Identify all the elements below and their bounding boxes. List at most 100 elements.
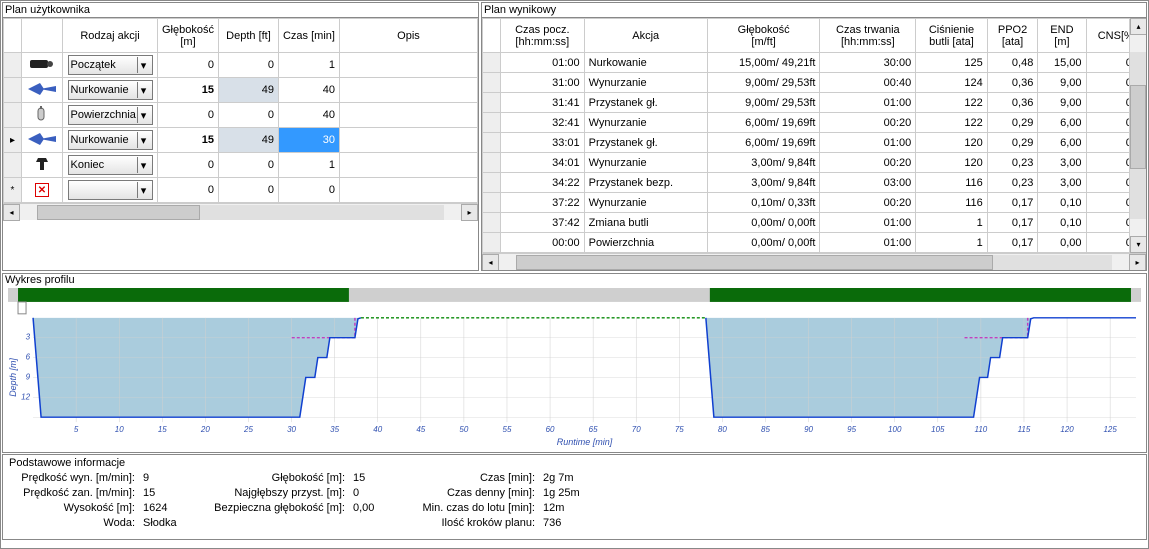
- depth-ft-cell[interactable]: 49: [218, 78, 278, 103]
- table-row[interactable]: 34:22Przystanek bezp.3,00m/ 9,84ft03:001…: [483, 173, 1146, 193]
- time-cell[interactable]: 1: [278, 53, 339, 78]
- action-dropdown-cell[interactable]: Koniec▾: [63, 153, 158, 178]
- table-row[interactable]: *✕▾000: [4, 178, 478, 203]
- action-icon: ✕: [22, 178, 63, 203]
- table-row[interactable]: 37:22Wynurzanie0,10m/ 0,33ft00:201160,17…: [483, 193, 1146, 213]
- action-dropdown[interactable]: Nurkowanie ▾: [68, 130, 153, 150]
- table-row[interactable]: 37:42Zmiana butli0,00m/ 0,00ft01:0010,17…: [483, 213, 1146, 233]
- action-dropdown-cell[interactable]: Powierzchnia▾: [63, 103, 158, 128]
- scroll-down-button[interactable]: ▾: [1130, 236, 1146, 253]
- table-row[interactable]: Nurkowanie▾154940: [4, 78, 478, 103]
- row-marker: [4, 153, 22, 178]
- desc-cell[interactable]: [339, 153, 477, 178]
- col-icon[interactable]: [22, 19, 63, 53]
- depth-m-cell[interactable]: 0: [158, 103, 219, 128]
- duration-cell: 01:00: [820, 93, 916, 113]
- rcol-start[interactable]: Czas pocz. [hh:mm:ss]: [501, 19, 585, 53]
- rcol-end[interactable]: END [m]: [1038, 19, 1086, 53]
- rcol-depth[interactable]: Głębokość [m/ft]: [707, 19, 820, 53]
- hscrollbar[interactable]: ◂ ▸: [3, 203, 478, 220]
- chevron-down-icon[interactable]: ▾: [137, 107, 150, 123]
- scroll-thumb[interactable]: [516, 255, 993, 270]
- scroll-right-button[interactable]: ▸: [1129, 254, 1146, 271]
- desc-cell[interactable]: [339, 78, 477, 103]
- chevron-down-icon[interactable]: ▾: [137, 182, 150, 198]
- depth-m-cell[interactable]: 0: [158, 53, 219, 78]
- chevron-down-icon[interactable]: ▾: [137, 82, 150, 98]
- scroll-thumb[interactable]: [37, 205, 200, 220]
- col-depth-ft[interactable]: Depth [ft]: [218, 19, 278, 53]
- chevron-down-icon[interactable]: ▾: [137, 132, 150, 148]
- col-rowmark[interactable]: [4, 19, 22, 53]
- user-plan-table[interactable]: Rodzaj akcji Głębokość [m] Depth [ft] Cz…: [3, 18, 478, 203]
- rcol-mark[interactable]: [483, 19, 501, 53]
- desc-cell[interactable]: [339, 53, 477, 78]
- time-cell[interactable]: 40: [278, 78, 339, 103]
- chevron-down-icon[interactable]: ▾: [137, 57, 150, 73]
- action-dropdown[interactable]: Nurkowanie▾: [68, 80, 153, 100]
- action-dropdown-cell[interactable]: Nurkowanie ▾: [63, 128, 158, 153]
- table-row[interactable]: Początek▾001: [4, 53, 478, 78]
- depth-m-cell[interactable]: 15: [158, 128, 219, 153]
- ppo2-cell: 0,48: [987, 53, 1038, 73]
- table-row[interactable]: Powierzchnia▾0040: [4, 103, 478, 128]
- desc-cell[interactable]: [339, 103, 477, 128]
- col-time[interactable]: Czas [min]: [278, 19, 339, 53]
- dropdown-label: Powierzchnia: [71, 109, 136, 121]
- table-row[interactable]: 31:41Przystanek gł.9,00m/ 29,53ft01:0012…: [483, 93, 1146, 113]
- scroll-left-button[interactable]: ◂: [482, 254, 499, 271]
- action-icon: [22, 103, 63, 128]
- table-row[interactable]: 31:00Wynurzanie9,00m/ 29,53ft00:401240,3…: [483, 73, 1146, 93]
- action-dropdown[interactable]: Początek▾: [68, 55, 153, 75]
- depth-ft-cell[interactable]: 0: [218, 153, 278, 178]
- desc-cell[interactable]: [339, 128, 477, 153]
- table-row[interactable]: ▸Nurkowanie▾154930: [4, 128, 478, 153]
- vscrollbar[interactable]: ▴ ▾: [1129, 18, 1146, 253]
- dropdown-label: Nurkowanie: [71, 134, 129, 146]
- vscroll-thumb[interactable]: [1130, 85, 1146, 169]
- chevron-down-icon[interactable]: ▾: [137, 157, 150, 173]
- action-dropdown[interactable]: ▾: [68, 180, 153, 200]
- depth-ft-cell[interactable]: 49: [218, 128, 278, 153]
- rcol-action[interactable]: Akcja: [584, 19, 707, 53]
- table-row[interactable]: Koniec▾001: [4, 153, 478, 178]
- info-value: Słodka: [139, 516, 199, 531]
- time-cell[interactable]: 1: [278, 153, 339, 178]
- scroll-left-button[interactable]: ◂: [3, 204, 20, 221]
- table-row[interactable]: 00:00Powierzchnia0,00m/ 0,00ft01:0010,17…: [483, 233, 1146, 253]
- svg-text:40: 40: [373, 425, 382, 434]
- action-dropdown-cell[interactable]: Nurkowanie▾: [63, 78, 158, 103]
- col-action[interactable]: Rodzaj akcji: [63, 19, 158, 53]
- depth-ft-cell[interactable]: 0: [218, 53, 278, 78]
- action-dropdown[interactable]: Powierzchnia▾: [68, 105, 153, 125]
- scroll-right-button[interactable]: ▸: [461, 204, 478, 221]
- action-dropdown[interactable]: Koniec▾: [68, 155, 153, 175]
- rcol-dur[interactable]: Czas trwania [hh:mm:ss]: [820, 19, 916, 53]
- hscrollbar-right[interactable]: ◂ ▸: [482, 253, 1146, 270]
- table-row[interactable]: 32:41Wynurzanie6,00m/ 19,69ft00:201220,2…: [483, 113, 1146, 133]
- desc-cell[interactable]: [339, 178, 477, 203]
- scroll-up-button[interactable]: ▴: [1130, 18, 1146, 35]
- result-plan-table[interactable]: Czas pocz. [hh:mm:ss] Akcja Głębokość [m…: [482, 18, 1146, 253]
- table-row[interactable]: 34:01Wynurzanie3,00m/ 9,84ft00:201200,23…: [483, 153, 1146, 173]
- depth-cell: 3,00m/ 9,84ft: [707, 153, 820, 173]
- depth-m-cell[interactable]: 0: [158, 178, 219, 203]
- depth-ft-cell[interactable]: 0: [218, 103, 278, 128]
- time-cell[interactable]: 40: [278, 103, 339, 128]
- svg-text:20: 20: [200, 425, 210, 434]
- action-dropdown-cell[interactable]: Początek▾: [63, 53, 158, 78]
- col-desc[interactable]: Opis: [339, 19, 477, 53]
- time-cell[interactable]: 0: [278, 178, 339, 203]
- rcol-press[interactable]: Ciśnienie butli [ata]: [916, 19, 988, 53]
- chart-area[interactable]: 36912 5101520253035404550556065707580859…: [8, 288, 1141, 447]
- table-row[interactable]: 01:00Nurkowanie15,00m/ 49,21ft30:001250,…: [483, 53, 1146, 73]
- table-row[interactable]: 33:01Przystanek gł.6,00m/ 19,69ft01:0012…: [483, 133, 1146, 153]
- col-depth-m[interactable]: Głębokość [m]: [158, 19, 219, 53]
- rcol-ppo2[interactable]: PPO2 [ata]: [987, 19, 1038, 53]
- depth-ft-cell[interactable]: 0: [218, 178, 278, 203]
- info-value: 736: [539, 516, 599, 531]
- action-dropdown-cell[interactable]: ▾: [63, 178, 158, 203]
- time-cell[interactable]: 30: [278, 128, 339, 153]
- depth-m-cell[interactable]: 15: [158, 78, 219, 103]
- depth-m-cell[interactable]: 0: [158, 153, 219, 178]
